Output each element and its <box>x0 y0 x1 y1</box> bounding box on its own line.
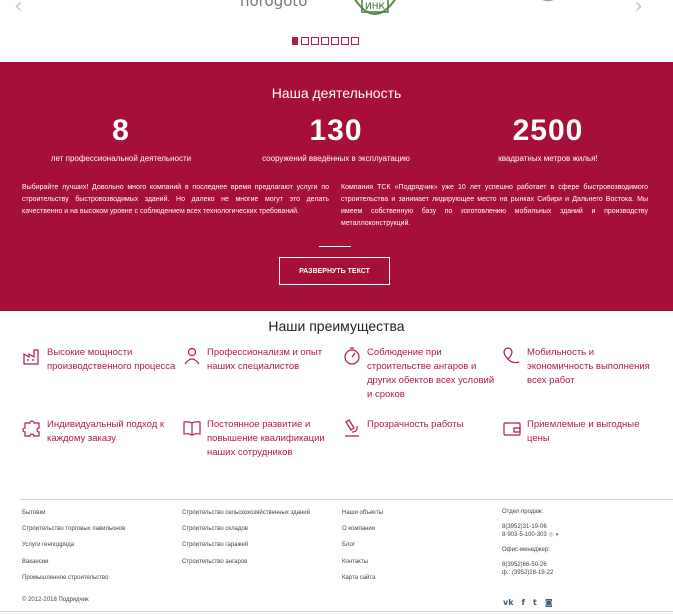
copyright: © 2012-2018 Подрядчик <box>22 597 89 603</box>
partner-logo-emblem-icon: ИНК <box>354 0 396 15</box>
footer-contacts: Отдел продаж: 8(3952)31-19-06 8-903-5-10… <box>502 508 559 577</box>
carousel-dot[interactable] <box>331 37 339 45</box>
puzzle-icon <box>22 420 40 437</box>
facebook-icon[interactable]: f <box>522 598 525 607</box>
footer-column-1: Бытовки Строительство торговых павильоно… <box>22 508 125 589</box>
divider <box>319 246 351 247</box>
advantage-item: Индивидуальный подход к каждому заказу <box>22 418 182 446</box>
footer-link[interactable]: Строительство сельскохозяйственных здани… <box>182 508 310 524</box>
vk-icon[interactable]: vk <box>503 598 514 607</box>
carousel-dot[interactable] <box>341 37 349 45</box>
activity-section: Наша деятельность 8 лет профессиональной… <box>0 62 673 311</box>
footer-link[interactable]: Наши объекты <box>342 508 383 524</box>
sales-phone[interactable]: 8(3952)31-19-06 <box>502 523 559 531</box>
footer-link[interactable]: Контакты <box>342 557 383 573</box>
partner-logo-text: norogoto <box>240 0 308 10</box>
advantage-text: Профессионализм и опыт наших специалисто… <box>207 347 323 372</box>
carousel-dot[interactable] <box>321 37 329 45</box>
sales-label: Отдел продаж: <box>502 509 544 515</box>
advantage-text: Прозрачность работы <box>367 419 464 430</box>
svg-text:ИНК: ИНК <box>365 2 386 12</box>
advantage-text: Мобильность и экономичность выполнения в… <box>527 347 650 386</box>
activity-paragraph-right: Компания ТСК «Подрядчик» уже 10 лет успе… <box>341 184 648 227</box>
carousel-dots <box>292 37 359 45</box>
whatsapp-icon[interactable]: ◎ <box>548 532 553 538</box>
carousel: ‹ norogoto ИНК › <box>0 0 673 62</box>
viber-icon[interactable]: ● <box>555 532 559 538</box>
stopwatch-icon <box>344 347 360 365</box>
footer-link[interactable]: Услуги генподряда <box>22 540 125 556</box>
footer-link[interactable]: Вакансии <box>22 557 125 573</box>
footer-link[interactable]: Строительство гаражей <box>182 540 310 556</box>
office-phone[interactable]: ф.: (3952)28-19-22 <box>502 569 559 577</box>
footer-link[interactable]: Строительство торговых павильонов <box>22 524 125 540</box>
instagram-icon[interactable]: ◙ <box>545 598 553 607</box>
activity-paragraph-left: Выбирайте лучших! Довольно много компани… <box>22 184 329 215</box>
people-icon <box>184 347 200 365</box>
sales-phone: 8-903-5-100-303 ◎ ● <box>502 531 559 539</box>
twitter-icon[interactable]: t <box>533 598 537 607</box>
book-icon <box>183 421 201 436</box>
microscope-icon <box>345 419 359 437</box>
carousel-dot[interactable] <box>301 37 309 45</box>
activity-title: Наша деятельность <box>271 85 402 101</box>
carousel-dot[interactable] <box>311 37 319 45</box>
carousel-dot[interactable] <box>351 37 359 45</box>
stat-label: сооружений введённых в эксплуатацию <box>262 154 410 163</box>
advantage-text: Постоянное развитие и повышение квалифик… <box>207 419 325 458</box>
footer-link[interactable]: Бытовки <box>22 508 125 524</box>
factory-icon <box>23 349 39 365</box>
advantage-item: Высокие мощности производственного проце… <box>22 346 182 374</box>
advantage-item: Постоянное развитие и повышение квалифик… <box>182 418 342 460</box>
advantages-title: Наши преимущества <box>268 318 405 334</box>
partner-logo-right-icon <box>542 0 554 2</box>
stat-label: лет профессиональной деятельности <box>50 154 192 163</box>
carousel-dot[interactable] <box>292 37 298 45</box>
footer-link[interactable]: Промышленное строительство <box>22 573 125 589</box>
map-pin-icon <box>503 347 520 364</box>
bottom-divider <box>0 611 673 612</box>
advantage-text: Соблюдение при строительстве ангаров и д… <box>367 347 495 400</box>
stat-label: квадратных метров жилья! <box>498 154 598 163</box>
office-phone[interactable]: 8(3952)66-50-26 <box>502 561 559 569</box>
sales-phone-mobile[interactable]: 8-903-5-100-303 <box>502 532 547 538</box>
chevron-right-icon[interactable]: › <box>634 0 643 19</box>
advantage-text: Приемлемые и выгодные цены <box>527 419 640 444</box>
office-label: Офис-менеджер: <box>502 547 550 553</box>
advantage-item: Соблюдение при строительстве ангаров и д… <box>342 346 502 402</box>
wallet-icon <box>503 422 521 436</box>
advantage-text: Высокие мощности производственного проце… <box>47 347 176 372</box>
footer-column-2: Строительство сельскохозяйственных здани… <box>182 508 310 573</box>
advantage-text: Индивидуальный подход к каждому заказу <box>47 419 165 444</box>
social-links: vk f t ◙ <box>503 598 553 607</box>
stat-number: 8 <box>112 114 130 147</box>
stat-number: 130 <box>309 114 363 147</box>
footer-divider <box>20 499 673 500</box>
advantage-item: Прозрачность работы <box>342 418 502 438</box>
footer-link[interactable]: О компании <box>342 524 383 540</box>
footer-link[interactable]: Строительство складов <box>182 524 310 540</box>
expand-text-button[interactable]: РАЗВЕРНУТЬ ТЕКСТ <box>279 257 390 285</box>
advantage-item: Профессионализм и опыт наших специалисто… <box>182 346 342 374</box>
advantage-item: Мобильность и экономичность выполнения в… <box>502 346 662 388</box>
footer-column-3: Наши объекты О компании Блог Контакты Ка… <box>342 508 383 589</box>
footer-link[interactable]: Строительство ангаров <box>182 557 310 573</box>
footer-link[interactable]: Карта сайта <box>342 573 383 589</box>
stat-number: 2500 <box>512 114 584 147</box>
footer-link[interactable]: Блог <box>342 540 383 556</box>
advantage-item: Приемлемые и выгодные цены <box>502 418 662 446</box>
chevron-left-icon[interactable]: ‹ <box>14 0 23 19</box>
